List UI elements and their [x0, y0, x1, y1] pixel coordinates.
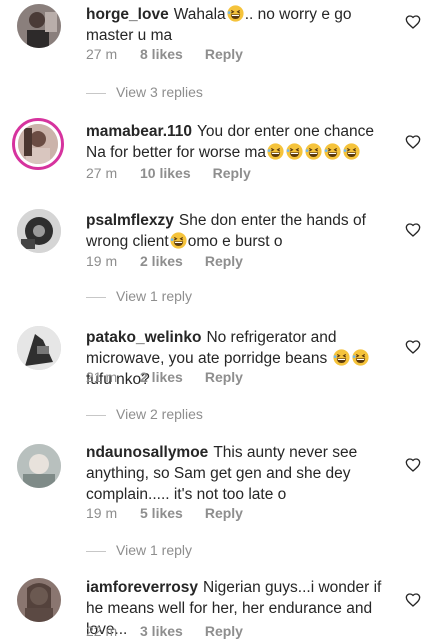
username[interactable]: ndaunosallymoe: [86, 444, 208, 461]
username[interactable]: horge_love: [86, 6, 169, 23]
grinning-squinting-face-emoji: [343, 143, 360, 160]
username[interactable]: mamabear.110: [86, 123, 192, 140]
timestamp: 21 m: [86, 369, 118, 385]
likes-count[interactable]: 3 likes: [140, 623, 183, 639]
comment-meta: 19 m 5 likes Reply: [86, 505, 243, 521]
likes-count[interactable]: 2 likes: [140, 369, 183, 385]
comment-text: ndaunosallymoe This aunty never see anyth…: [86, 442, 386, 505]
view-replies-link[interactable]: View 1 reply: [86, 542, 192, 558]
username[interactable]: psalmflexzy: [86, 212, 174, 229]
grinning-squinting-face-emoji: [351, 349, 369, 366]
comment-meta: 21 m 2 likes Reply: [86, 369, 243, 385]
comment-text: horge_love Wahala.. no worry e go master …: [86, 4, 386, 46]
avatar[interactable]: [12, 118, 64, 170]
likes-count[interactable]: 5 likes: [140, 505, 183, 521]
grinning-squinting-face-emoji: [324, 143, 341, 160]
reply-button[interactable]: Reply: [205, 369, 243, 385]
view-replies-label[interactable]: View 2 replies: [116, 406, 203, 422]
comment-meta: 22 m 3 likes Reply: [86, 623, 243, 639]
avatar[interactable]: [17, 209, 61, 253]
timestamp: 19 m: [86, 505, 118, 521]
emoji-group: [266, 143, 361, 161]
heart-icon[interactable]: [405, 134, 421, 150]
view-replies-link[interactable]: View 3 replies: [86, 84, 203, 100]
comment-body-tail: omo e burst o: [187, 233, 283, 250]
heart-icon[interactable]: [405, 339, 421, 355]
likes-count[interactable]: 10 likes: [140, 165, 191, 181]
timestamp: 27 m: [86, 165, 118, 181]
grinning-squinting-face-emoji: [332, 349, 350, 366]
reply-button[interactable]: Reply: [213, 165, 251, 181]
timestamp: 27 m: [86, 46, 118, 62]
reply-button[interactable]: Reply: [205, 46, 243, 62]
grinning-squinting-face-emoji: [286, 143, 303, 160]
comment-meta: 19 m 2 likes Reply: [86, 253, 243, 269]
comment-meta: 27 m 10 likes Reply: [86, 165, 251, 181]
likes-count[interactable]: 8 likes: [140, 46, 183, 62]
reply-button[interactable]: Reply: [205, 505, 243, 521]
comment-meta: 27 m 8 likes Reply: [86, 46, 243, 62]
likes-count[interactable]: 2 likes: [140, 253, 183, 269]
view-replies-link[interactable]: View 2 replies: [86, 406, 203, 422]
grinning-squinting-face-emoji: [227, 5, 244, 22]
emoji-group: [226, 5, 245, 23]
divider: [86, 296, 106, 298]
comment-body: Wahala: [173, 6, 226, 23]
username[interactable]: patako_welinko: [86, 329, 201, 346]
emoji-group: [169, 232, 188, 250]
heart-icon[interactable]: [405, 592, 421, 608]
avatar[interactable]: [17, 578, 61, 622]
divider: [86, 414, 106, 416]
heart-icon[interactable]: [405, 457, 421, 473]
reply-button[interactable]: Reply: [205, 623, 243, 639]
comment-text: psalmflexzy She don enter the hands of wr…: [86, 210, 386, 252]
heart-icon[interactable]: [405, 14, 421, 30]
reply-button[interactable]: Reply: [205, 253, 243, 269]
timestamp: 19 m: [86, 253, 118, 269]
avatar[interactable]: [17, 4, 61, 48]
timestamp: 22 m: [86, 623, 118, 639]
heart-icon[interactable]: [405, 222, 421, 238]
view-replies-label[interactable]: View 1 reply: [116, 542, 192, 558]
emoji-group: [332, 349, 370, 367]
comment-text: mamabear.110 You dor enter one chance Na …: [86, 121, 386, 163]
divider: [86, 550, 106, 552]
avatar[interactable]: [17, 326, 61, 370]
view-replies-label[interactable]: View 3 replies: [116, 84, 203, 100]
grinning-squinting-face-emoji: [305, 143, 322, 160]
grinning-squinting-face-emoji: [170, 232, 187, 249]
avatar[interactable]: [17, 444, 61, 488]
view-replies-link[interactable]: View 1 reply: [86, 288, 192, 304]
grinning-squinting-face-emoji: [267, 143, 284, 160]
divider: [86, 92, 106, 94]
username[interactable]: iamforeverrosy: [86, 579, 198, 596]
view-replies-label[interactable]: View 1 reply: [116, 288, 192, 304]
